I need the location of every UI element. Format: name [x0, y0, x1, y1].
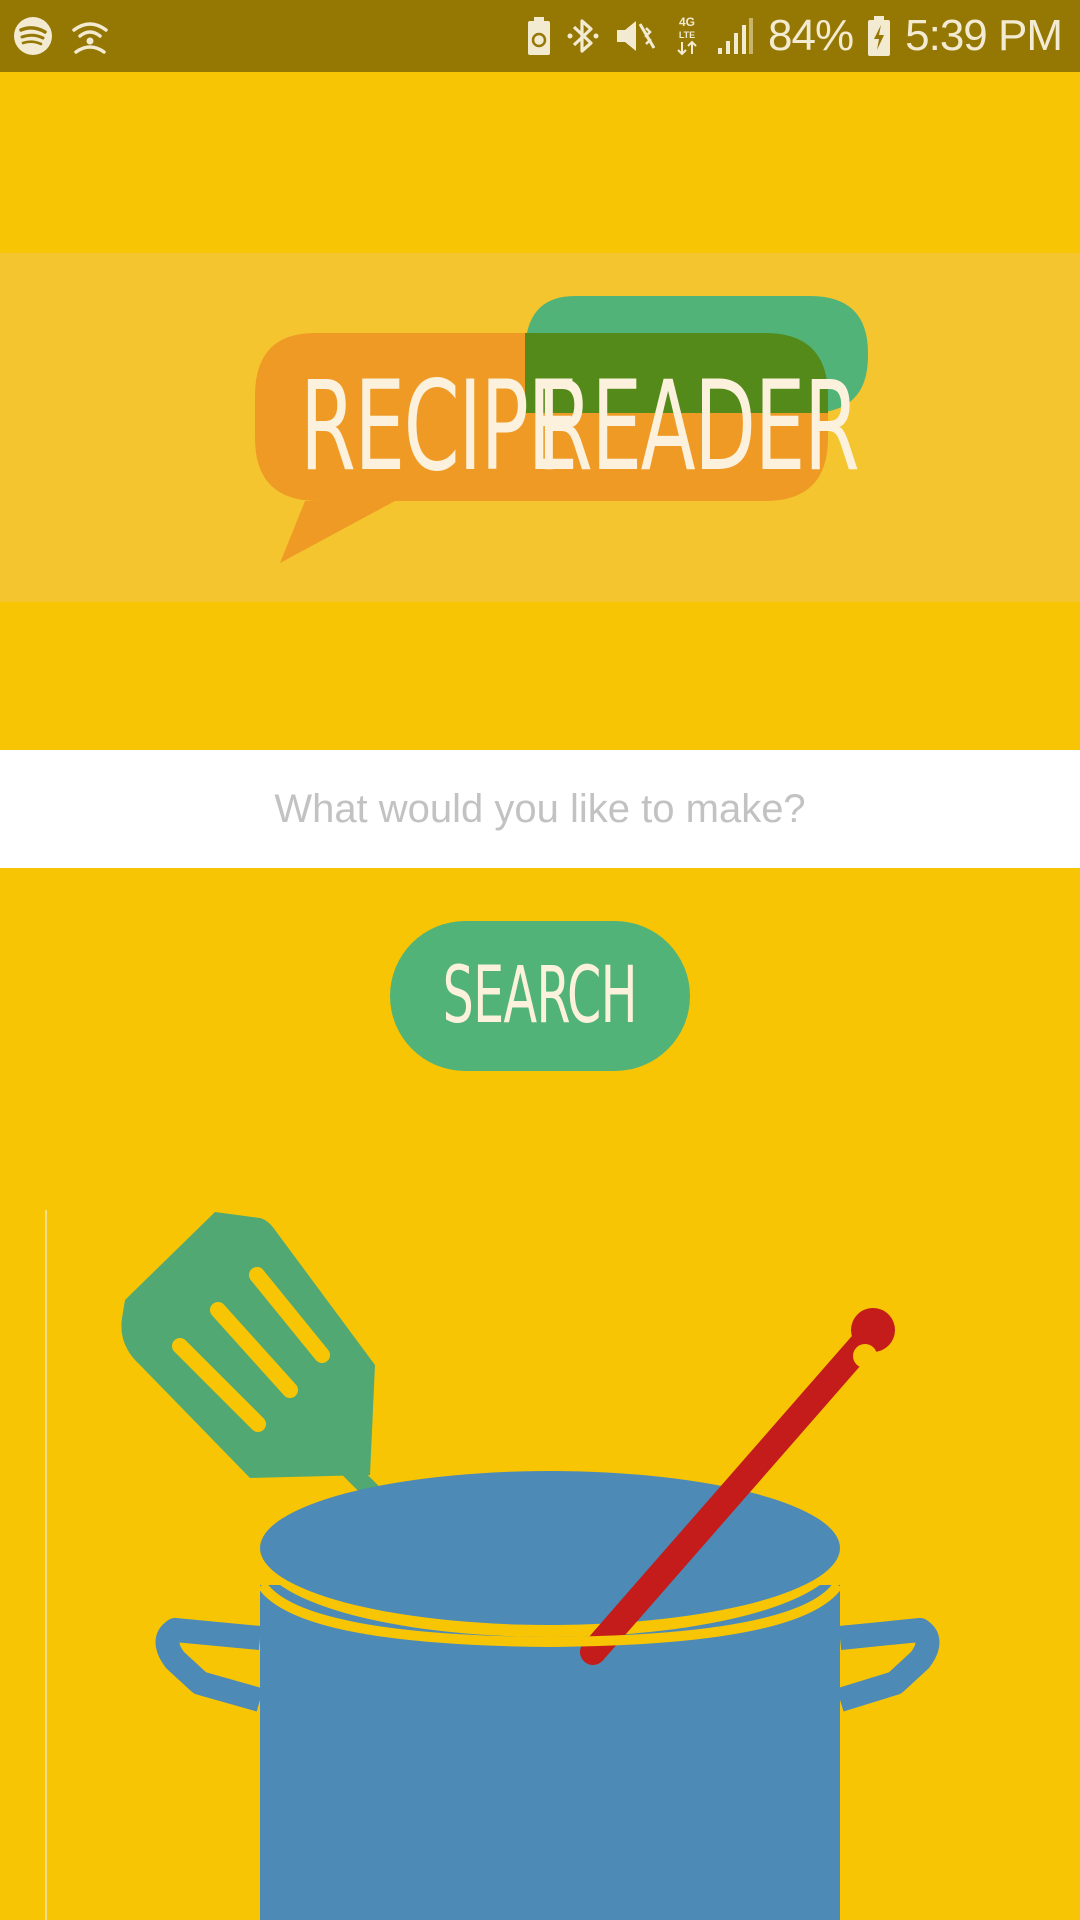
- svg-text:4G: 4G: [679, 15, 695, 29]
- vibrate-icon: [614, 16, 658, 56]
- logo-word-reader: READER: [537, 355, 860, 499]
- status-bar-right: 4G LTE 84% 5:39 PM: [526, 0, 1063, 72]
- search-button-label: SEARCH: [442, 951, 638, 1041]
- cooking-illustration: [45, 1210, 940, 1920]
- lte-icon: 4G LTE: [672, 14, 702, 58]
- bluetooth-icon: [566, 16, 600, 56]
- status-bar-left: [12, 0, 112, 72]
- logo-word-recipe: RECIPE: [300, 355, 578, 499]
- status-bar: 4G LTE 84% 5:39 PM: [0, 0, 1080, 72]
- recipe-search-input[interactable]: [0, 750, 1080, 868]
- battery-percent: 84%: [768, 11, 854, 60]
- signal-icon: [716, 16, 754, 56]
- wifi-hotspot-icon: [68, 14, 112, 58]
- search-button[interactable]: SEARCH: [390, 921, 690, 1071]
- status-time: 5:39 PM: [905, 11, 1063, 60]
- logo-banner: RECIPE READER: [0, 253, 1080, 602]
- svg-text:LTE: LTE: [679, 30, 695, 40]
- spotify-icon: [12, 15, 54, 57]
- battery-saver-icon: [526, 16, 552, 56]
- cooking-pot-icon: [155, 1471, 940, 1920]
- battery-charging-icon: [867, 15, 891, 57]
